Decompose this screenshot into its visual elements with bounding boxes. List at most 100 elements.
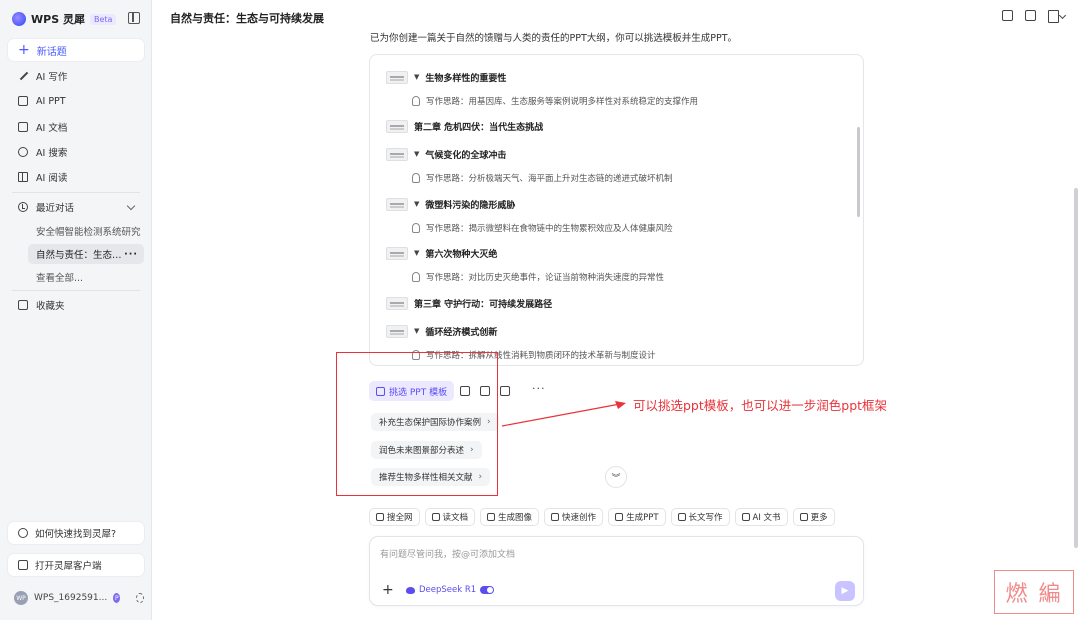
- user-profile[interactable]: WP WPS_1692591... P: [8, 588, 144, 608]
- slide-thumbnail-icon: [386, 147, 408, 161]
- sidebar-item-label: AI 搜索: [36, 148, 68, 159]
- slide-thumbnail-icon: [386, 197, 408, 211]
- header-actions: [1002, 10, 1066, 23]
- bookmark-icon[interactable]: [500, 386, 510, 396]
- triangle-down-icon[interactable]: ▼: [414, 327, 419, 335]
- triangle-down-icon[interactable]: ▼: [414, 200, 419, 208]
- sidebar-item-favorites[interactable]: 收藏夹: [8, 295, 144, 315]
- recent-conversations-toggle[interactable]: 最近对话: [8, 197, 144, 217]
- doc-icon: [18, 122, 28, 132]
- ppt-outline-card[interactable]: ▼ 生物多样性的重要性 写作思路：用基因库、生态服务等案例说明多样性对系统稳定的…: [369, 54, 864, 366]
- gear-icon[interactable]: [136, 593, 144, 603]
- outline-chapter[interactable]: 第二章 危机四伏：当代生态挑战: [386, 118, 543, 134]
- open-client-button[interactable]: 打开灵犀客户端: [8, 554, 144, 576]
- slide-thumbnail-icon: [386, 70, 408, 84]
- outline-section[interactable]: ▼ 生物多样性的重要性: [386, 69, 506, 85]
- help-label: 如何快速找到灵犀?: [35, 529, 117, 540]
- outline-text: 循环经济模式创新: [425, 327, 498, 338]
- new-topic-label: 新话题: [36, 46, 67, 58]
- outline-text: 微塑料污染的隐形威胁: [425, 200, 516, 211]
- sidebar-item-ai-writing[interactable]: AI 写作: [8, 66, 144, 86]
- triangle-down-icon[interactable]: ▼: [414, 150, 419, 158]
- page-scrollbar[interactable]: [1074, 188, 1078, 548]
- tool-read-doc[interactable]: 读文档: [424, 508, 476, 526]
- outline-text: 写作思路：揭示微塑料在食物链中的生物累积效应及人体健康风险: [426, 224, 673, 234]
- tool-generate-ppt[interactable]: 生成PPT: [608, 508, 666, 526]
- export-doc-icon[interactable]: [1048, 10, 1066, 23]
- sidebar-item-label: AI 阅读: [36, 173, 68, 184]
- outline-section[interactable]: ▼ 循环经济模式创新: [386, 323, 497, 339]
- slide-thumbnail-icon: [386, 296, 408, 310]
- recent-item-label: 安全帽智能检测系统研究: [36, 227, 141, 238]
- clock-icon: [18, 202, 28, 212]
- tool-ai-document[interactable]: AI 文书: [734, 508, 788, 526]
- outline-section[interactable]: ▼ 微塑料污染的隐形威胁: [386, 196, 515, 212]
- tool-label: 读文档: [442, 513, 469, 523]
- brand: WPS 灵犀 Beta: [12, 10, 117, 28]
- brand-name: WPS 灵犀: [31, 13, 85, 26]
- tool-more[interactable]: 更多: [792, 508, 835, 526]
- outline-text: 写作思路：对比历史灭绝事件，论证当前物种消失速度的异常性: [426, 273, 665, 283]
- tool-long-writing[interactable]: 长文写作: [670, 508, 730, 526]
- tool-quick-create[interactable]: 快速创作: [544, 508, 604, 526]
- sidebar-item-label: AI PPT: [36, 95, 66, 107]
- outline-section[interactable]: ▼ 第六次物种大灭绝: [386, 245, 497, 261]
- model-toggle[interactable]: [480, 586, 495, 594]
- card-scrollbar[interactable]: [857, 127, 860, 217]
- doc-icon: [741, 513, 750, 521]
- tool-generate-image[interactable]: 生成图像: [480, 508, 540, 526]
- outline-text: 生物多样性的重要性: [425, 73, 507, 84]
- sidebar-item-ai-doc[interactable]: AI 文档: [8, 117, 144, 137]
- add-attachment-icon[interactable]: +: [382, 583, 394, 597]
- recent-item-active[interactable]: 自然与责任：生态… ···: [28, 244, 144, 264]
- chat-input-box[interactable]: 有问题尽管问我，按@可添加文档 + DeepSeek R1 ▶: [369, 536, 864, 606]
- outline-text: 写作思路：分析极端天气、海平面上升对生态链的递进式破坏机制: [426, 174, 673, 184]
- question-icon: [18, 528, 28, 538]
- sidebar-item-ai-search[interactable]: AI 搜索: [8, 142, 144, 162]
- help-button[interactable]: 如何快速找到灵犀?: [8, 522, 144, 544]
- scroll-down-button[interactable]: ︾: [605, 466, 627, 488]
- slide-thumbnail-icon: [386, 119, 408, 133]
- outline-section[interactable]: ▼ 气候变化的全球冲击: [386, 146, 506, 162]
- triangle-down-icon[interactable]: ▼: [414, 249, 419, 257]
- tool-bar: 搜全网 读文档 生成图像 快速创作 生成PPT 长文写作 AI 文书 更多: [369, 508, 835, 526]
- long-text-icon: [677, 513, 686, 521]
- more-icon[interactable]: ···: [532, 382, 546, 395]
- sidebar-item-label: AI 写作: [36, 72, 68, 83]
- recent-item[interactable]: 安全帽智能检测系统研究: [28, 221, 144, 241]
- model-selector[interactable]: DeepSeek R1: [406, 585, 495, 595]
- model-label: DeepSeek R1: [419, 585, 477, 595]
- sidebar-item-ai-read[interactable]: AI 阅读: [8, 167, 144, 187]
- tool-label: 搜全网: [387, 513, 413, 523]
- lightbulb-icon: [412, 173, 420, 183]
- triangle-down-icon[interactable]: ▼: [414, 73, 419, 81]
- sidebar-item-ai-ppt[interactable]: AI PPT: [8, 91, 144, 111]
- tool-search-web[interactable]: 搜全网: [369, 508, 420, 526]
- view-all-link[interactable]: 查看全部...: [28, 267, 144, 287]
- more-options-icon[interactable]: ···: [124, 249, 138, 260]
- divider: [12, 290, 140, 291]
- search-icon: [376, 513, 384, 521]
- monitor-icon: [18, 560, 28, 570]
- bookmark-icon: [18, 300, 28, 310]
- collapse-sidebar-icon[interactable]: [128, 12, 140, 24]
- share-icon[interactable]: [1002, 10, 1013, 21]
- outline-chapter[interactable]: 第三章 守护行动：可持续发展路径: [386, 295, 552, 311]
- ppt-icon: [615, 513, 624, 521]
- outline-text: 第六次物种大灭绝: [425, 249, 498, 260]
- send-button[interactable]: ▶: [835, 581, 855, 601]
- annotation-text: 可以挑选ppt模板，也可以进一步润色ppt框架: [633, 398, 888, 413]
- grid-icon: [799, 513, 808, 521]
- new-topic-button[interactable]: + 新话题: [8, 39, 144, 61]
- book-icon: [18, 172, 28, 182]
- plus-icon: +: [18, 42, 30, 58]
- divider: [12, 192, 140, 193]
- recent-label: 最近对话: [36, 203, 75, 214]
- outline-hint: 写作思路：揭示微塑料在食物链中的生物累积效应及人体健康风险: [412, 220, 673, 236]
- recent-item-label: 自然与责任：生态…: [36, 250, 122, 261]
- pen-icon: [18, 71, 28, 81]
- chat-input-placeholder[interactable]: 有问题尽管问我，按@可添加文档: [380, 547, 515, 560]
- member-badge-icon: P: [113, 593, 121, 603]
- avatar: WP: [14, 591, 28, 605]
- bookmark-icon[interactable]: [1025, 10, 1036, 21]
